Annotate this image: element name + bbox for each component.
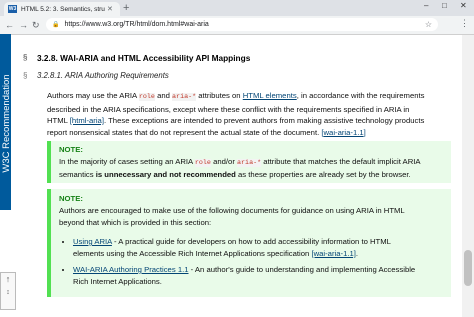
code-aria: aria-* <box>172 93 197 101</box>
list-item: WAI-ARIA Authoring Practices 1.1 - An au… <box>73 264 451 288</box>
note-box: NOTE: Authors are encouraged to make use… <box>47 189 451 297</box>
using-aria-link[interactable]: Using ARIA <box>73 237 112 246</box>
address-bar[interactable]: 🔒 https://www.w3.org/TR/html/dom.html#wa… <box>46 18 438 31</box>
browser-toolbar: ← → ↻ 🔒 https://www.w3.org/TR/html/dom.h… <box>0 16 474 35</box>
minimize-icon[interactable]: – <box>424 1 428 10</box>
subsection-heading: § 3.2.8.1. ARIA Authoring Requirements <box>23 71 169 80</box>
maximize-icon[interactable]: □ <box>442 1 447 10</box>
tab-title: HTML 5.2: 3. Semantics, structure <box>21 5 105 13</box>
banner-label: W3C Recommendation <box>1 74 12 173</box>
wai-aria-ref-link[interactable]: [wai-aria-1.1] <box>311 249 355 258</box>
back-to-top-button[interactable]: ↑ ↕ <box>0 272 16 310</box>
section-link[interactable]: § <box>23 53 27 62</box>
browser-tab[interactable]: W3 HTML 5.2: 3. Semantics, structure ✕ <box>4 2 120 16</box>
note-box: NOTE: In the majority of cases setting a… <box>47 141 451 183</box>
back-icon[interactable]: ← <box>5 19 14 31</box>
list-item: Using ARIA - A practical guide for devel… <box>73 236 451 260</box>
section-heading: § 3.2.8. WAI-ARIA and HTML Accessibility… <box>23 53 251 63</box>
url-text: https://www.w3.org/TR/html/dom.html#wai-… <box>64 21 209 28</box>
lock-icon: 🔒 <box>52 22 60 28</box>
browser-menu-icon[interactable]: ⋮ <box>460 18 469 29</box>
intro-paragraph: Authors may use the ARIA role and aria-*… <box>47 91 425 137</box>
code-role: role <box>138 93 155 101</box>
reload-icon[interactable]: ↻ <box>32 19 40 31</box>
arrow-up-icon: ↑ <box>5 274 11 284</box>
tab-strip: W3 HTML 5.2: 3. Semantics, structure ✕ +… <box>0 0 474 16</box>
wai-aria-ref-link[interactable]: [wai-aria-1.1] <box>321 128 365 137</box>
scrollbar-thumb[interactable] <box>464 250 472 286</box>
forward-icon[interactable]: → <box>19 19 28 31</box>
toc-jump-icon: ↕ <box>6 289 10 296</box>
close-window-icon[interactable]: ✕ <box>460 1 467 10</box>
note-label: NOTE: <box>59 145 83 154</box>
w3c-recommendation-banner: W3C Recommendation <box>0 34 12 210</box>
new-tab-icon[interactable]: + <box>123 2 129 14</box>
html-elements-link[interactable]: HTML elements <box>243 91 297 100</box>
html-aria-ref-link[interactable]: [html-aria] <box>70 116 104 125</box>
bookmark-star-icon[interactable]: ☆ <box>425 20 432 29</box>
subsection-link[interactable]: § <box>23 71 27 80</box>
note-label: NOTE: <box>59 194 83 203</box>
w3c-favicon-icon: W3 <box>8 5 17 13</box>
tab-close-icon[interactable]: ✕ <box>107 5 113 13</box>
authoring-practices-link[interactable]: WAI-ARIA Authoring Practices 1.1 <box>73 265 189 274</box>
